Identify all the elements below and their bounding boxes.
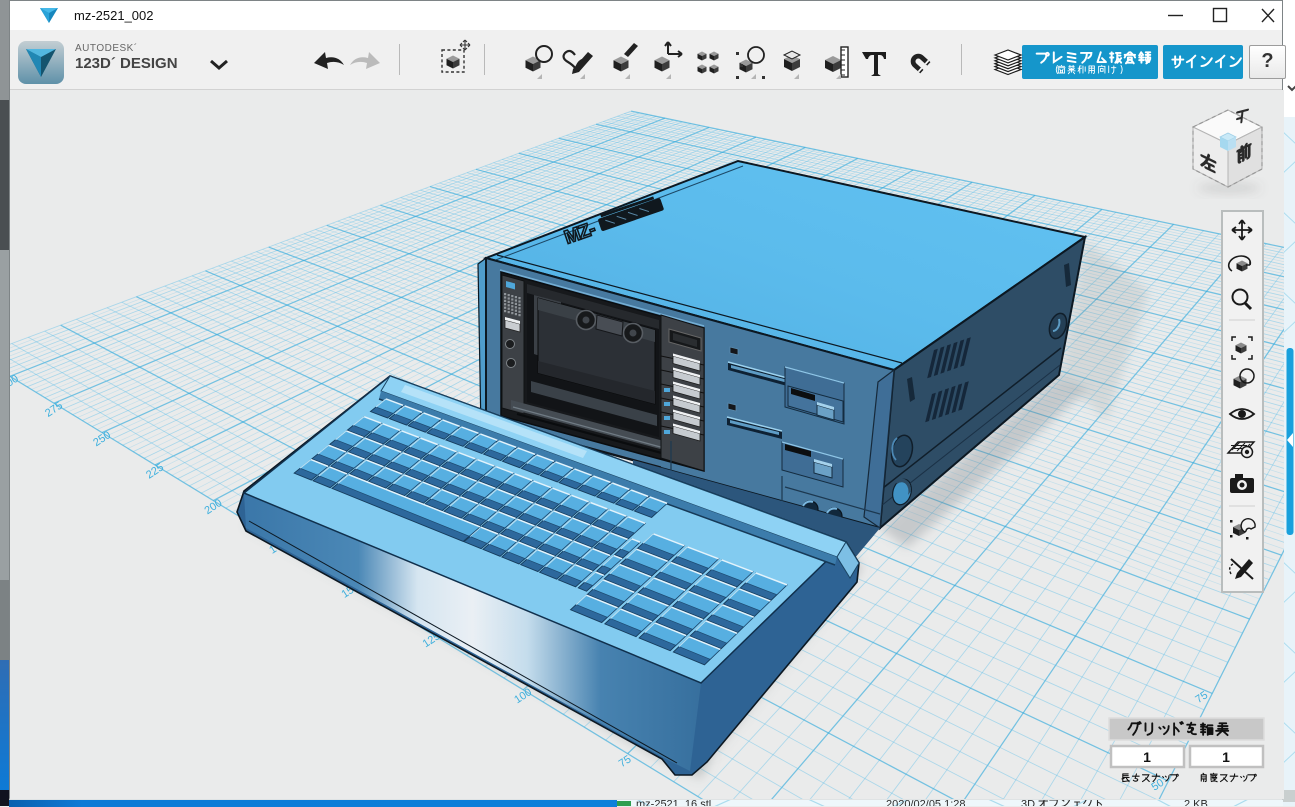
svg-text:200: 200: [202, 497, 224, 517]
svg-text:100: 100: [512, 686, 534, 706]
svg-text:1: 1: [1222, 749, 1230, 765]
svg-text:300: 300: [10, 373, 21, 393]
svg-text:250: 250: [91, 429, 113, 449]
svg-text:1: 1: [1143, 749, 1151, 765]
svg-text:225: 225: [144, 461, 166, 481]
svg-text:275: 275: [43, 400, 65, 420]
